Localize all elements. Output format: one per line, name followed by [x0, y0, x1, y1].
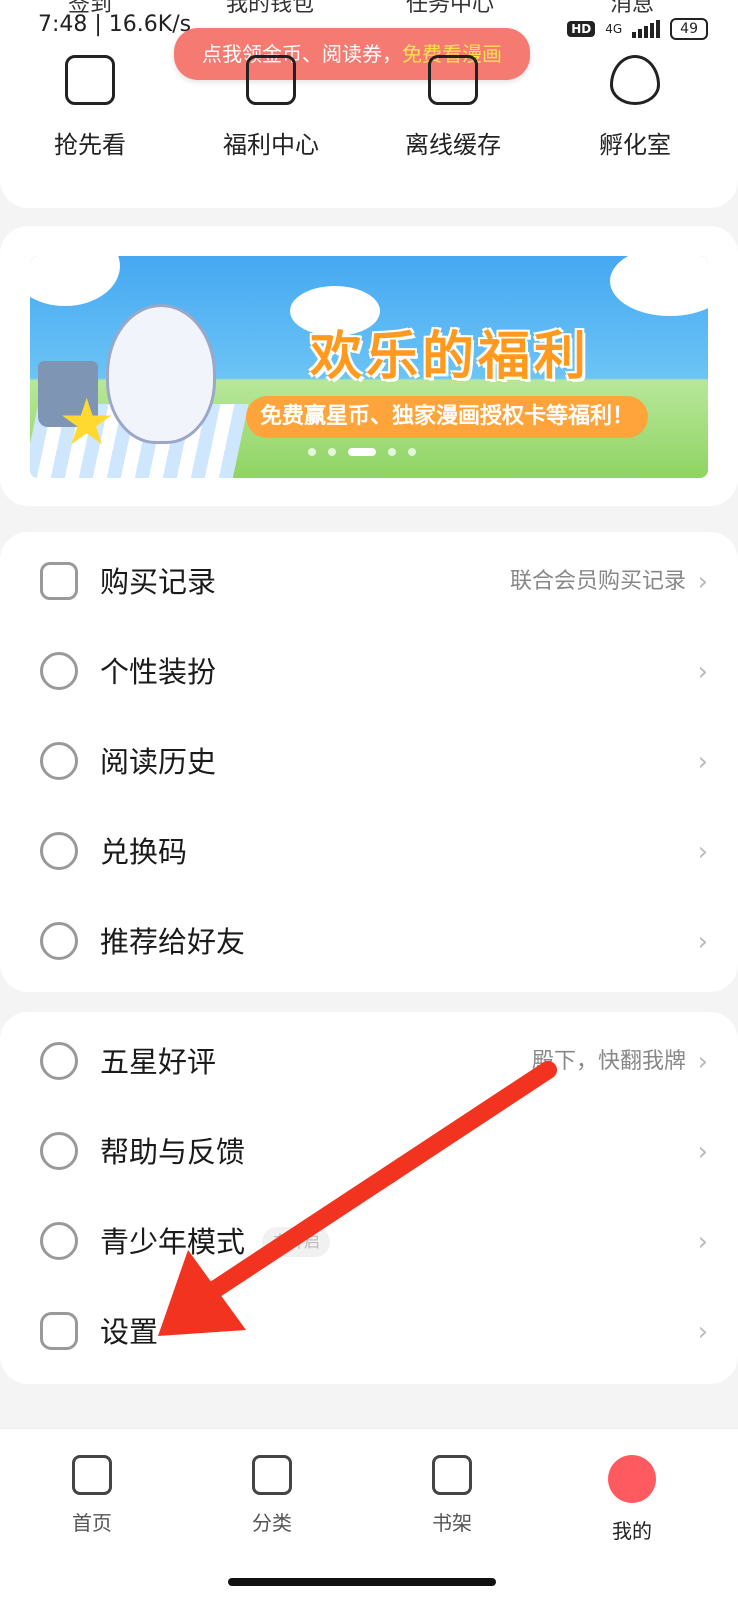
- nav-label: 我的: [612, 1519, 652, 1543]
- cat-face-icon: [40, 652, 78, 690]
- bottom-nav: 首页 分类 书架 我的: [0, 1428, 738, 1600]
- list-item-redeem-code[interactable]: 兑换码 ›: [0, 807, 738, 897]
- profile-icon: [608, 1455, 656, 1503]
- menu-card-2: 五星好评 殿下，快翻我牌 › 帮助与反馈 › 青少年模式 未开启 › 设置 ›: [0, 1012, 738, 1384]
- egg-icon: [610, 55, 660, 105]
- list-item-dress-up[interactable]: 个性装扮 ›: [0, 627, 738, 717]
- list-item-rate-five-stars[interactable]: 五星好评 殿下，快翻我牌 ›: [0, 1017, 738, 1107]
- chevron-right-icon: ›: [697, 1047, 708, 1077]
- nav-category[interactable]: 分类: [212, 1455, 332, 1536]
- chevron-right-icon: ›: [697, 1137, 708, 1167]
- status-time: 7:48 | 16.6K/s: [38, 12, 192, 37]
- quick-action-label: 孵化室: [599, 131, 671, 159]
- list-item-label: 阅读历史: [100, 745, 217, 779]
- list-item-label: 青少年模式: [100, 1225, 246, 1259]
- banner-subtitle: 免费赢星币、独家漫画授权卡等福利！: [246, 396, 649, 438]
- chevron-right-icon: ›: [697, 747, 708, 777]
- top-label-tasks[interactable]: 任务中心: [380, 0, 520, 18]
- clock-icon: [40, 742, 78, 780]
- list-item-label: 帮助与反馈: [100, 1135, 246, 1169]
- battery-icon: 49: [670, 18, 708, 40]
- menu-card-1: 购买记录 联合会员购买记录 › 个性装扮 › 阅读历史 › 兑换码 › 推荐给好…: [0, 532, 738, 992]
- gift-box-icon: [246, 55, 296, 105]
- network-label: 4G: [605, 22, 623, 36]
- hd-icon: HD: [567, 21, 596, 37]
- quick-action-welfare[interactable]: 福利中心: [196, 55, 346, 160]
- list-item-label: 五星好评: [100, 1045, 217, 1079]
- bookshelf-icon: [432, 1455, 472, 1495]
- quick-action-incubator[interactable]: 孵化室: [560, 55, 710, 160]
- list-item-label: 设置: [100, 1315, 159, 1349]
- home-indicator[interactable]: [228, 1578, 496, 1586]
- star-image: ★: [58, 386, 116, 460]
- top-label-wallet[interactable]: 我的钱包: [200, 0, 340, 18]
- quick-action-label: 福利中心: [223, 131, 319, 159]
- receipt-icon: [40, 562, 78, 600]
- chevron-right-icon: ›: [697, 1317, 708, 1347]
- question-icon: [40, 1132, 78, 1170]
- cloud-shape: [610, 256, 708, 316]
- carousel-dot-active[interactable]: [348, 448, 376, 456]
- banner-title: 欢乐的福利: [310, 327, 591, 387]
- lightning-ticket-icon: [65, 55, 115, 105]
- quick-action-offline[interactable]: 离线缓存: [378, 55, 528, 160]
- chevron-right-icon: ›: [697, 837, 708, 867]
- chevron-right-icon: ›: [697, 927, 708, 957]
- list-item-label: 兑换码: [100, 835, 188, 869]
- list-item-reading-history[interactable]: 阅读历史 ›: [0, 717, 738, 807]
- list-item-teen-mode[interactable]: 青少年模式 未开启 ›: [0, 1197, 738, 1287]
- redeem-icon: [40, 832, 78, 870]
- download-icon: [428, 55, 478, 105]
- status-right: HD 4G 49: [567, 18, 708, 40]
- carousel-dots[interactable]: [308, 448, 416, 456]
- list-item-help-feedback[interactable]: 帮助与反馈 ›: [0, 1107, 738, 1197]
- chevron-right-icon: ›: [697, 567, 708, 597]
- top-label-messages[interactable]: 消息: [562, 0, 702, 18]
- nav-label: 分类: [252, 1511, 292, 1535]
- cloud-shape: [30, 256, 120, 306]
- signal-icon: [632, 20, 661, 38]
- list-item-label: 个性装扮: [100, 655, 217, 689]
- nav-bookshelf[interactable]: 书架: [392, 1455, 512, 1536]
- list-item-settings[interactable]: 设置 ›: [0, 1287, 738, 1377]
- list-item-label: 推荐给好友: [100, 925, 246, 959]
- share-arrow-icon: [40, 922, 78, 960]
- list-item-hint: 联合会员购买记录: [509, 569, 686, 594]
- umbrella-icon: [40, 1222, 78, 1260]
- quick-action-label: 离线缓存: [405, 131, 501, 159]
- list-item-purchase-records[interactable]: 购买记录 联合会员购买记录 ›: [0, 537, 738, 627]
- quick-action-label: 抢先看: [54, 131, 126, 159]
- list-item-label: 购买记录: [100, 565, 217, 599]
- carousel-dot[interactable]: [388, 448, 396, 456]
- nav-profile[interactable]: 我的: [572, 1455, 692, 1544]
- carousel-dot[interactable]: [408, 448, 416, 456]
- nav-home[interactable]: 首页: [32, 1455, 152, 1536]
- home-icon: [72, 1455, 112, 1495]
- nav-label: 书架: [432, 1511, 472, 1535]
- settings-hex-icon: [40, 1312, 78, 1350]
- carousel-dot[interactable]: [308, 448, 316, 456]
- mascot-image: [106, 304, 216, 444]
- nav-label: 首页: [72, 1511, 112, 1535]
- banner-card: ★ 欢乐的福利 免费赢星币、独家漫画授权卡等福利！: [0, 226, 738, 506]
- star-icon: [40, 1042, 78, 1080]
- chevron-right-icon: ›: [697, 1227, 708, 1257]
- promo-banner[interactable]: ★ 欢乐的福利 免费赢星币、独家漫画授权卡等福利！: [30, 256, 708, 478]
- grid-icon: [252, 1455, 292, 1495]
- quick-actions: 抢先看 福利中心 离线缓存 孵化室: [0, 55, 738, 175]
- list-item-recommend[interactable]: 推荐给好友 ›: [0, 897, 738, 987]
- chevron-right-icon: ›: [697, 657, 708, 687]
- carousel-dot[interactable]: [328, 448, 336, 456]
- list-item-hint: 殿下，快翻我牌: [531, 1049, 686, 1074]
- quick-action-early-access[interactable]: 抢先看: [15, 55, 165, 160]
- status-badge: 未开启: [262, 1227, 331, 1257]
